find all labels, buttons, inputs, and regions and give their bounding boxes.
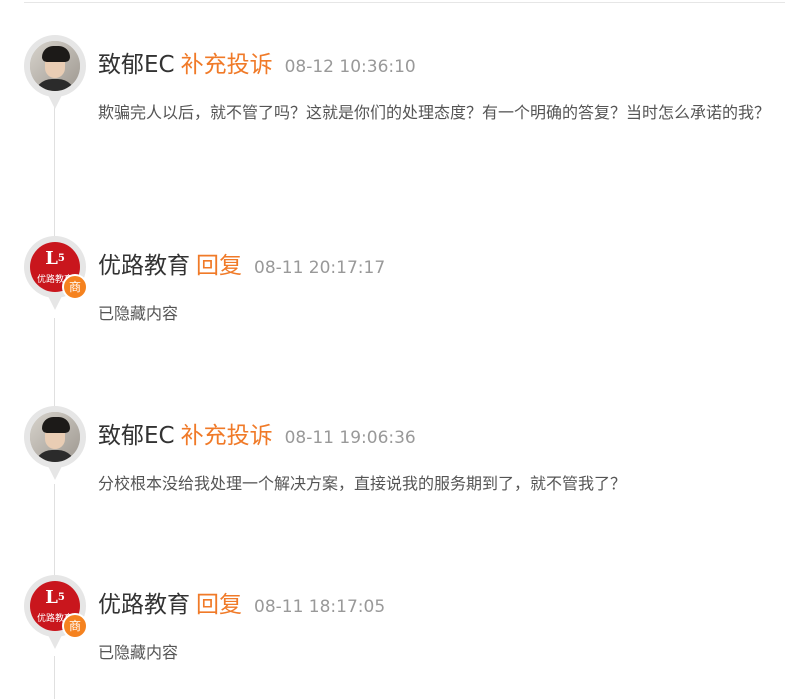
action-label: 回复 bbox=[196, 253, 242, 279]
author-name[interactable]: 致郁EC bbox=[98, 52, 175, 78]
avatar-pin bbox=[24, 35, 86, 115]
action-label: 补充投诉 bbox=[180, 52, 273, 78]
entry-content: 已隐藏内容 bbox=[98, 304, 179, 323]
avatar-pin bbox=[24, 406, 86, 486]
timeline-line bbox=[54, 656, 55, 699]
timestamp: 08-11 18:17:05 bbox=[254, 597, 386, 617]
entry-content: 欺骗完人以后，就不管了吗？这就是你们的处理态度？有一个明确的答复？当时怎么承诺的… bbox=[98, 103, 771, 122]
action-label: 补充投诉 bbox=[180, 423, 273, 449]
entry-header: 致郁EC 补充投诉 08-11 19:06:36 bbox=[98, 419, 416, 455]
merchant-badge: 商 bbox=[62, 274, 88, 300]
action-label: 回复 bbox=[196, 592, 242, 618]
author-name[interactable]: 优路教育 bbox=[98, 253, 190, 279]
author-name[interactable]: 优路教育 bbox=[98, 592, 190, 618]
timestamp: 08-11 20:17:17 bbox=[254, 258, 386, 278]
entry-header: 优路教育 回复 08-11 18:17:05 bbox=[98, 588, 385, 624]
entry-content: 分校根本没给我处理一个解决方案，直接说我的服务期到了，就不管我了？ bbox=[98, 474, 627, 493]
avatar-pin: L5 优路教育 商 bbox=[24, 236, 88, 316]
top-divider bbox=[24, 2, 785, 3]
timeline-line bbox=[54, 318, 55, 410]
avatar[interactable] bbox=[30, 412, 80, 462]
logo-mark: L5 bbox=[45, 587, 65, 608]
merchant-badge: 商 bbox=[62, 613, 88, 639]
avatar[interactable] bbox=[30, 41, 80, 91]
entry-header: 优路教育 回复 08-11 20:17:17 bbox=[98, 249, 385, 285]
logo-mark: L5 bbox=[45, 248, 65, 269]
avatar-pin: L5 优路教育 商 bbox=[24, 575, 88, 655]
timeline-line bbox=[54, 484, 55, 579]
timestamp: 08-11 19:06:36 bbox=[284, 428, 416, 448]
entry-content: 已隐藏内容 bbox=[98, 643, 179, 662]
author-name[interactable]: 致郁EC bbox=[98, 423, 175, 449]
timestamp: 08-12 10:36:10 bbox=[284, 57, 416, 77]
entry-header: 致郁EC 补充投诉 08-12 10:36:10 bbox=[98, 48, 416, 84]
